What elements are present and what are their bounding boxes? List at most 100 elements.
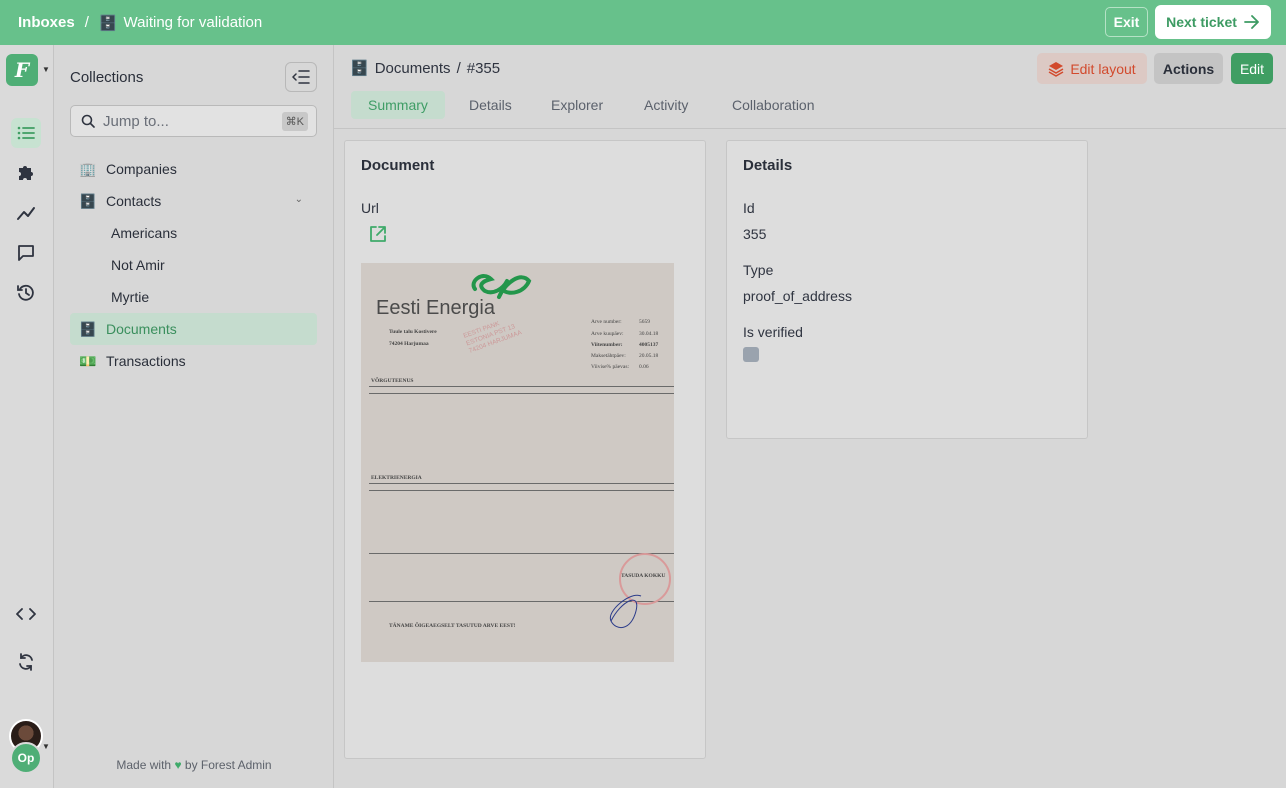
document-rule — [369, 386, 674, 387]
sidebar-item-americans[interactable]: Americans — [70, 217, 317, 249]
arrow-right-icon — [1244, 15, 1259, 29]
sidebar-item-myrtie[interactable]: Myrtie — [70, 281, 317, 313]
chat-icon[interactable] — [11, 238, 41, 268]
document-meta-value: 0.06 — [639, 364, 649, 370]
document-customer-address: 74204 Harjumaa — [389, 341, 429, 347]
document-brand: Eesti Energia — [376, 297, 495, 319]
cabinet-icon: 🗄️ — [350, 60, 369, 77]
collection-link[interactable]: Documents — [375, 60, 451, 77]
title-separator: / — [456, 59, 461, 77]
sidebar-item-label: Companies — [106, 161, 177, 177]
sidebar-item-label: Not Amir — [111, 257, 165, 273]
caret-down-icon[interactable]: ▼ — [42, 742, 50, 751]
document-meta-value: 20.05.18 — [639, 353, 659, 359]
document-rule — [369, 490, 674, 491]
cabinet-icon: 🗄️ — [79, 320, 97, 337]
breadcrumb-separator: / — [84, 14, 89, 31]
document-section-title: ELEKTRIENERGIA — [371, 475, 422, 481]
document-section-title: VÕRGUTEENUS — [371, 378, 414, 384]
record-header: 🗄️ Documents / #355 Summary Details Expl… — [334, 45, 1286, 129]
edit-layout-button[interactable]: Edit layout — [1037, 53, 1147, 84]
document-rule — [369, 483, 674, 484]
code-icon[interactable] — [11, 599, 41, 629]
sidebar-item-label: Contacts — [106, 193, 162, 209]
sidebar-item-documents[interactable]: 🗄️ Documents — [70, 313, 317, 345]
sidebar-item-transactions[interactable]: 💵 Transactions — [70, 345, 317, 377]
footer-suffix: by Forest Admin — [184, 758, 272, 772]
page-title: 🗄️ Documents / #355 — [350, 59, 501, 78]
document-meta-value: 5659 — [639, 319, 650, 325]
list-icon[interactable] — [11, 118, 41, 148]
edit-button[interactable]: Edit — [1231, 53, 1273, 84]
caret-down-icon[interactable]: ▼ — [42, 65, 50, 74]
sidebar-item-label: Transactions — [106, 353, 186, 369]
sidebar-item-contacts[interactable]: 🗄️ Contacts ⌄ — [70, 185, 317, 217]
document-meta-value: 30.04.18 — [639, 331, 659, 337]
document-meta-label: Viivise% päevas: — [591, 364, 630, 370]
document-preview-image[interactable]: Eesti Energia Tuule talu Kostivere 74204… — [361, 263, 674, 662]
document-footer: TÄNAME ÕIGEAEGSELT TASUTUD ARVE EEST! — [389, 623, 516, 629]
external-link-icon[interactable] — [368, 224, 388, 244]
sync-icon[interactable] — [11, 647, 41, 677]
search-input[interactable] — [103, 112, 273, 130]
record-id: #355 — [466, 59, 501, 77]
forest-logo-icon[interactable]: F — [6, 54, 38, 86]
document-meta-label: Viitenumber: — [591, 342, 623, 348]
collapse-icon — [292, 70, 310, 84]
sidebar-item-label: Documents — [106, 321, 177, 337]
collapse-sidebar-button[interactable] — [285, 62, 317, 92]
document-card-title: Document — [361, 157, 435, 174]
edit-layout-label: Edit layout — [1070, 60, 1136, 77]
document-meta-label: Maksetähtpäev: — [591, 353, 626, 359]
cabinet-icon: 🗄️ — [79, 192, 97, 209]
sidebar-title: Collections — [70, 69, 144, 86]
collections-sidebar: Collections ⌘K 🏢 Companies 🗄️ Contacts ⌄… — [54, 45, 334, 788]
exit-button[interactable]: Exit — [1105, 7, 1148, 37]
bank-stamp: EESTI PANK ESTONIA PST 13 74204 HARJUMAA — [462, 320, 523, 355]
tab-details[interactable]: Details — [452, 91, 529, 119]
document-meta-label: Arve kuupäev: — [591, 331, 624, 337]
footer-prefix: Made with — [116, 758, 172, 772]
id-label: Id — [743, 200, 755, 216]
tab-collaboration[interactable]: Collaboration — [715, 91, 832, 119]
sidebar-item-label: Myrtie — [111, 289, 150, 305]
sidebar-item-not-amir[interactable]: Not Amir — [70, 249, 317, 281]
sidebar-item-companies[interactable]: 🏢 Companies — [70, 153, 317, 185]
details-card: Details Id 355 Type proof_of_address Is … — [726, 140, 1088, 439]
jump-to-search[interactable]: ⌘K — [70, 105, 317, 137]
puzzle-icon[interactable] — [11, 158, 41, 188]
heart-icon: ♥ — [174, 758, 182, 772]
next-ticket-button[interactable]: Next ticket — [1155, 5, 1271, 39]
document-rule — [369, 393, 674, 394]
chevron-down-icon[interactable]: ⌄ — [295, 194, 303, 205]
sidebar-item-label: Americans — [111, 225, 178, 241]
made-with-footer: Made with ♥ by Forest Admin — [54, 758, 334, 772]
signature-icon — [609, 594, 642, 629]
banknote-icon: 💵 — [79, 352, 97, 369]
document-customer-name: Tuule talu Kostivere — [389, 329, 437, 335]
tab-activity[interactable]: Activity — [627, 91, 705, 119]
search-icon — [81, 114, 95, 128]
icon-rail: F ▼ ▼ Op — [0, 45, 54, 788]
history-icon[interactable] — [11, 278, 41, 308]
workspace-badge[interactable]: Op — [10, 742, 42, 774]
document-meta-label: Arve number: — [591, 319, 622, 325]
next-ticket-label: Next ticket — [1166, 14, 1237, 30]
is-verified-checkbox — [743, 347, 759, 362]
url-label: Url — [361, 200, 379, 216]
tab-summary[interactable]: Summary — [351, 91, 445, 119]
chart-line-icon[interactable] — [11, 198, 41, 228]
is-verified-label: Is verified — [743, 324, 803, 340]
layers-icon — [1048, 61, 1064, 77]
breadcrumb-inboxes[interactable]: Inboxes — [18, 14, 75, 31]
actions-button[interactable]: Actions — [1154, 53, 1223, 84]
id-value: 355 — [743, 226, 767, 242]
breadcrumb-current: Waiting for validation — [123, 14, 263, 31]
document-card: Document Url Eesti Energia Tuule talu Ko… — [344, 140, 706, 759]
top-bar: Inboxes / 🗄️ Waiting for validation Exit… — [0, 0, 1286, 45]
building-icon: 🏢 — [79, 160, 97, 177]
tab-explorer[interactable]: Explorer — [534, 91, 620, 119]
type-value: proof_of_address — [743, 288, 852, 304]
document-meta-value: 4005137 — [639, 342, 659, 348]
document-rule — [369, 553, 674, 554]
